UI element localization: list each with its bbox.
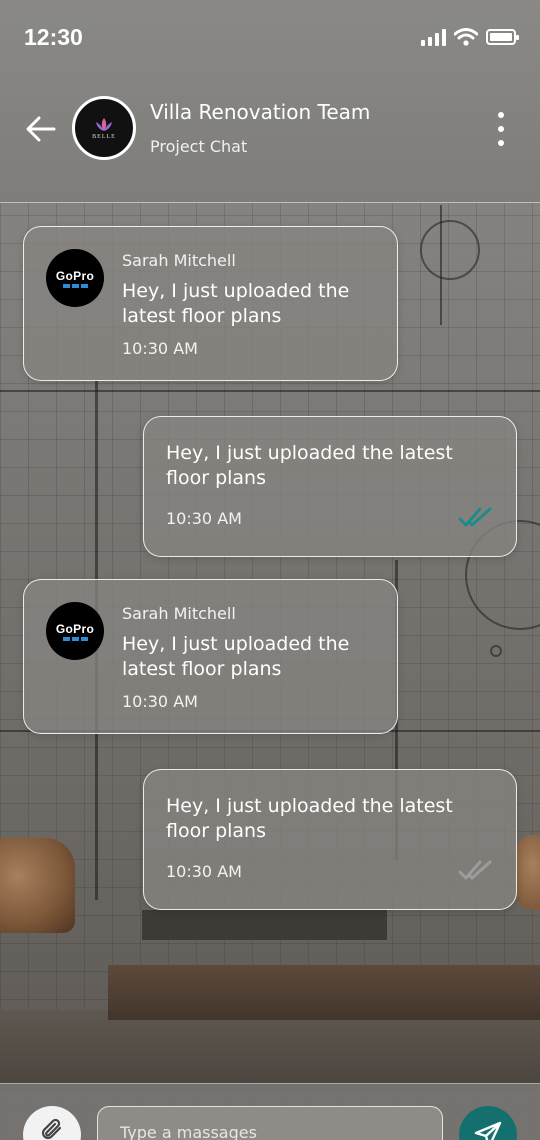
sender-avatar[interactable]: GoPro	[46, 602, 104, 660]
more-vertical-icon[interactable]	[496, 112, 506, 146]
send-icon	[474, 1121, 502, 1140]
message-bubble-outgoing[interactable]: Hey, I just uploaded the latest floor pl…	[143, 769, 517, 910]
paperclip-icon	[41, 1118, 62, 1140]
back-arrow-icon[interactable]	[24, 112, 58, 146]
message-bubble-incoming[interactable]: GoPro Sarah Mitchell Hey, I just uploade…	[23, 579, 398, 734]
status-icons	[421, 28, 519, 46]
message-text: Hey, I just uploaded the latest floor pl…	[166, 795, 453, 842]
lotus-logo-icon	[96, 118, 112, 131]
gopro-logo-text: GoPro	[55, 268, 95, 283]
avatar-brand-text: BELLE	[92, 134, 116, 140]
double-check-icon	[458, 507, 492, 527]
sender-avatar[interactable]: GoPro	[46, 249, 104, 307]
app-header: 12:30 BELLE Villa Renovation Team Projec…	[0, 0, 540, 203]
message-bubble-outgoing[interactable]: Hey, I just uploaded the latest floor pl…	[143, 416, 517, 557]
message-text: Hey, I just uploaded the latest floor pl…	[122, 633, 350, 680]
chat-subtitle: Project Chat	[150, 137, 248, 156]
signal-icon	[421, 28, 446, 46]
battery-icon	[486, 29, 519, 45]
sender-name: Sarah Mitchell	[122, 251, 236, 270]
status-time: 12:30	[24, 24, 83, 50]
message-time: 10:30 AM	[122, 692, 198, 711]
gopro-logo-text: GoPro	[55, 621, 95, 636]
message-time: 10:30 AM	[122, 339, 198, 358]
message-text: Hey, I just uploaded the latest floor pl…	[122, 280, 350, 327]
wifi-icon	[454, 28, 478, 46]
message-input[interactable]	[97, 1106, 443, 1140]
send-button[interactable]	[459, 1106, 517, 1140]
message-composer	[0, 1083, 540, 1140]
sender-name: Sarah Mitchell	[122, 604, 236, 623]
message-bubble-incoming[interactable]: GoPro Sarah Mitchell Hey, I just uploade…	[23, 226, 398, 381]
group-avatar[interactable]: BELLE	[72, 96, 136, 160]
attach-button[interactable]	[23, 1106, 81, 1140]
message-time: 10:30 AM	[166, 509, 242, 528]
double-check-icon	[458, 860, 492, 880]
message-time: 10:30 AM	[166, 862, 242, 881]
chat-title: Villa Renovation Team	[150, 100, 371, 124]
message-text: Hey, I just uploaded the latest floor pl…	[166, 442, 453, 489]
